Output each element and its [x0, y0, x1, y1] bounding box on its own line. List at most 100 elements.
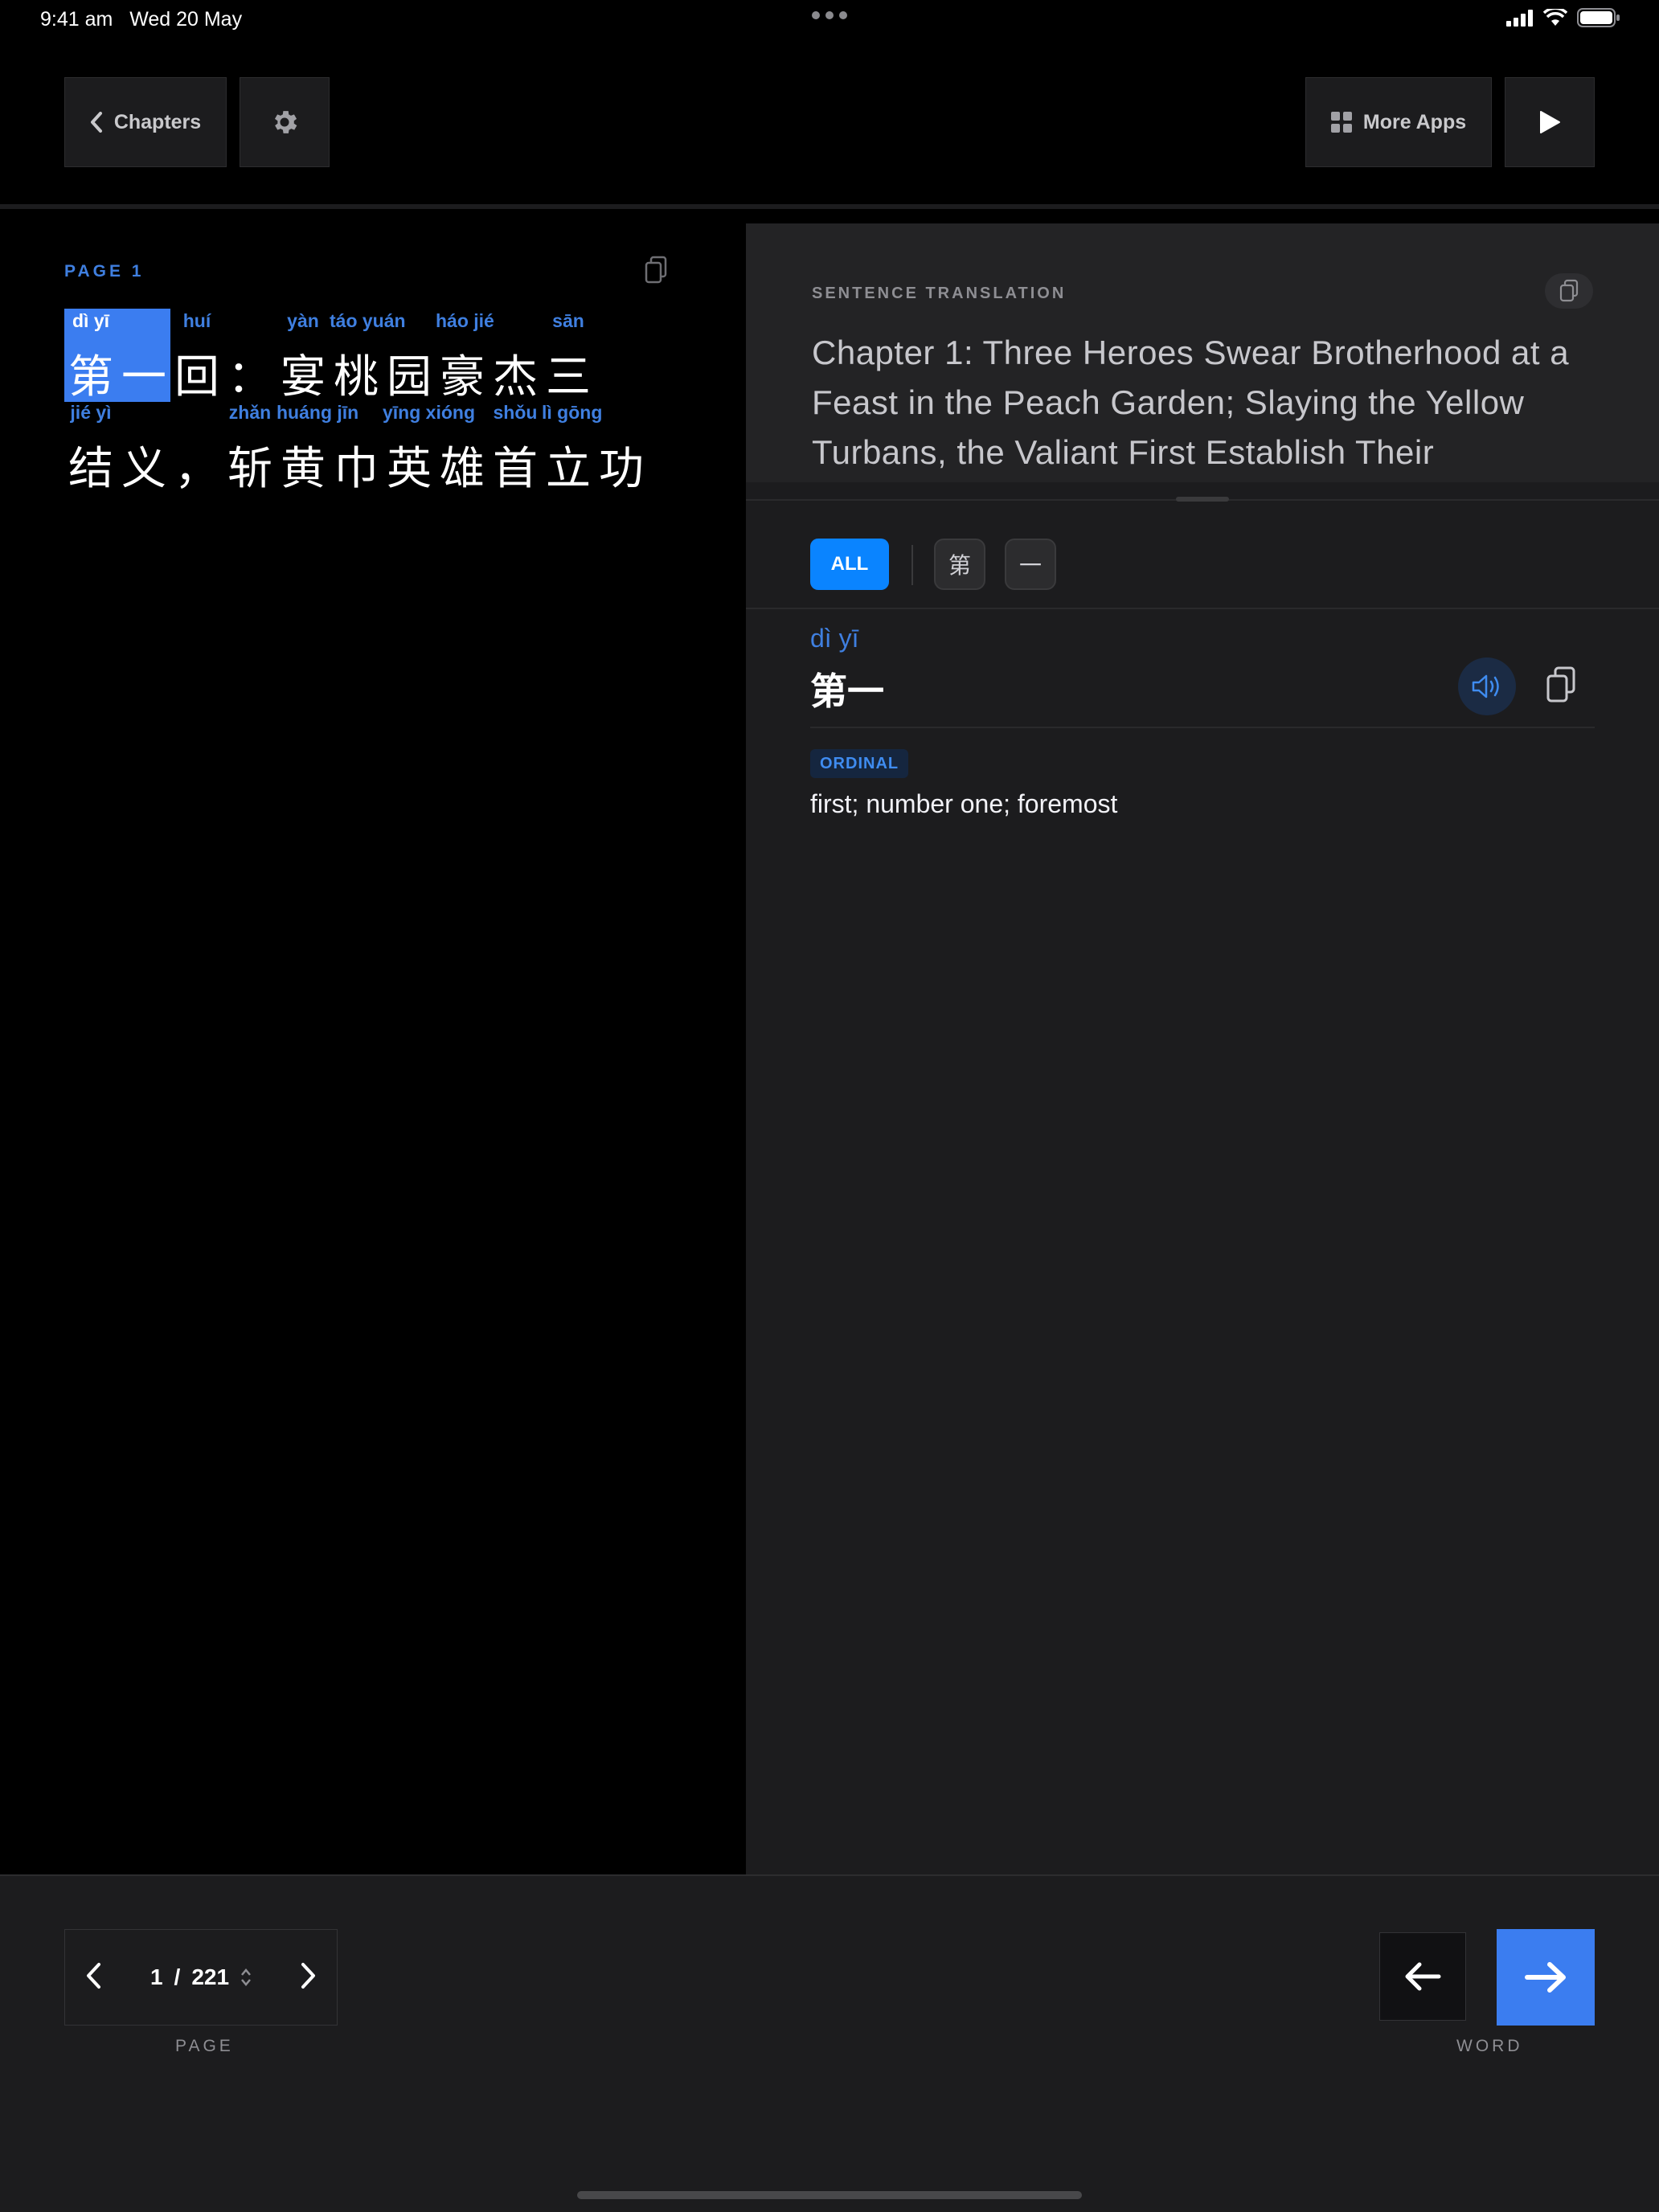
hanzi-token[interactable]: 一: [117, 309, 170, 403]
next-word-button[interactable]: [1497, 1929, 1595, 2026]
token-pinyin: huáng jīn: [276, 402, 359, 423]
wifi-icon: [1543, 9, 1567, 26]
status-date: Wed 20 May: [129, 8, 243, 31]
bottom-bar: 1 / 221 PAGE WORD: [0, 1874, 1659, 2212]
hanzi-token[interactable]: huáng jīn 黄: [276, 400, 359, 495]
hanzi-token[interactable]: jié yì 结: [64, 400, 117, 495]
divider: [746, 608, 1659, 609]
hanzi-token[interactable]: 功: [595, 400, 648, 495]
token-pinyin: yīng xióng: [383, 402, 475, 423]
token-hanzi: 豪: [440, 351, 485, 403]
part-of-speech-badge: ORDINAL: [810, 749, 909, 778]
token-pinyin: táo yuán: [330, 310, 406, 331]
token-hanzi: 桃: [334, 351, 379, 403]
hanzi-token[interactable]: yàn 宴: [276, 309, 330, 403]
detail-pane: SENTENCE TRANSLATION Chapter 1: Three He…: [746, 223, 1659, 1874]
entry-definition: first; number one; foremost: [810, 789, 1118, 818]
hanzi-token[interactable]: háo jié 豪: [436, 309, 494, 403]
speaker-icon: [1472, 674, 1499, 698]
prev-word-button[interactable]: [1379, 1932, 1466, 2021]
multitasking-dots-icon[interactable]: [812, 11, 847, 19]
token-hanzi: 三: [546, 351, 591, 403]
more-apps-button[interactable]: More Apps: [1305, 77, 1492, 167]
chevron-left-icon: [90, 112, 102, 133]
chevron-left-icon: [87, 1962, 100, 1989]
translation-label: SENTENCE TRANSLATION: [812, 285, 1067, 302]
page-caption: PAGE: [175, 2037, 234, 2055]
next-page-button[interactable]: [300, 1962, 317, 1993]
token-pinyin: dì yī: [72, 310, 109, 331]
hanzi-token[interactable]: ，: [170, 400, 223, 495]
copy-translation-button[interactable]: [1545, 273, 1593, 309]
entry-pinyin: dì yī: [810, 624, 859, 653]
hanzi-token[interactable]: dì yī 第: [64, 309, 117, 403]
pronounce-button[interactable]: [1458, 657, 1516, 715]
chevron-updown-icon: [241, 1968, 251, 1986]
hanzi-token[interactable]: táo yuán 桃: [330, 309, 406, 403]
hanzi-token[interactable]: huí 回: [170, 309, 223, 403]
gear-icon: [274, 111, 297, 133]
filter-char-button[interactable]: 一: [1005, 539, 1056, 590]
status-time: 9:41 am Wed 20 May: [40, 8, 242, 31]
text-line-2: jié yì 结义， zhǎn 斩 huáng jīn 黄巾 yīng xióng 英雄 shǒ…: [64, 400, 648, 495]
token-hanzi: 杰: [493, 351, 538, 403]
filter-separator: [911, 545, 913, 585]
page-separator: /: [174, 1964, 181, 1989]
token-hanzi: 雄: [440, 443, 485, 495]
hanzi-token[interactable]: lì gōng 立: [542, 400, 603, 495]
chapters-label: Chapters: [113, 110, 202, 133]
token-pinyin: shǒu: [493, 402, 538, 423]
token-pinyin: lì gōng: [542, 402, 603, 423]
hanzi-token[interactable]: 雄: [436, 400, 489, 495]
hanzi-token[interactable]: 杰: [489, 309, 542, 403]
filter-char-button[interactable]: 第: [934, 539, 985, 590]
token-hanzi: 英: [387, 443, 432, 495]
page-selector[interactable]: 1 / 221: [150, 1964, 252, 1990]
token-hanzi: 第: [68, 351, 113, 403]
hanzi-token[interactable]: 义: [117, 400, 170, 495]
word-caption: WORD: [1456, 2037, 1523, 2055]
current-page: 1: [150, 1964, 163, 1989]
hanzi-token[interactable]: shǒu 首: [489, 400, 542, 495]
copy-page-button[interactable]: [643, 256, 670, 289]
arrow-right-icon: [1525, 1962, 1566, 1993]
token-hanzi: 结: [68, 443, 113, 495]
page-stepper: 1 / 221: [64, 1929, 338, 2026]
filter-all-button[interactable]: ALL: [810, 539, 889, 590]
token-hanzi: 回: [174, 351, 219, 403]
grid-icon: [1330, 112, 1352, 133]
home-indicator[interactable]: [577, 2191, 1082, 2199]
chapters-button[interactable]: Chapters: [64, 77, 227, 167]
hanzi-token[interactable]: yīng xióng 英: [383, 400, 475, 495]
token-pinyin: huí: [182, 310, 211, 331]
hanzi-token[interactable]: zhǎn 斩: [223, 400, 276, 495]
token-pinyin: jié yì: [70, 402, 112, 423]
more-apps-label: More Apps: [1362, 110, 1467, 133]
token-hanzi: 功: [599, 443, 644, 495]
copy-entry-button[interactable]: [1545, 666, 1577, 708]
battery-icon: [1577, 8, 1620, 27]
chevron-right-icon: [301, 1962, 315, 1989]
divider: [810, 727, 1595, 728]
play-icon: [1540, 111, 1560, 133]
token-hanzi: 一: [121, 351, 166, 403]
resize-handle[interactable]: [1176, 497, 1229, 502]
hanzi-token[interactable]: sān 三: [542, 309, 595, 403]
hanzi-token[interactable]: 巾: [330, 400, 383, 495]
settings-button[interactable]: [240, 77, 330, 167]
token-pinyin: sān: [552, 310, 584, 331]
total-pages: 221: [191, 1964, 230, 1989]
token-hanzi: 首: [493, 443, 538, 495]
play-button[interactable]: [1505, 77, 1595, 167]
hanzi-token[interactable]: ：: [223, 309, 276, 403]
token-hanzi: 巾: [334, 443, 379, 495]
hanzi-token[interactable]: 园: [383, 309, 436, 403]
status-indicators: [1506, 8, 1620, 27]
token-hanzi: 园: [387, 351, 432, 403]
arrow-left-icon: [1405, 1962, 1441, 1991]
prev-page-button[interactable]: [84, 1962, 102, 1993]
token-hanzi: ，: [174, 443, 219, 495]
token-pinyin: yàn: [287, 310, 319, 331]
token-hanzi: 义: [121, 443, 166, 495]
text-line-1: dì yī 第一 huí 回： yàn 宴 táo yuán 桃园 háo jié 豪杰 sān 三: [64, 309, 595, 403]
